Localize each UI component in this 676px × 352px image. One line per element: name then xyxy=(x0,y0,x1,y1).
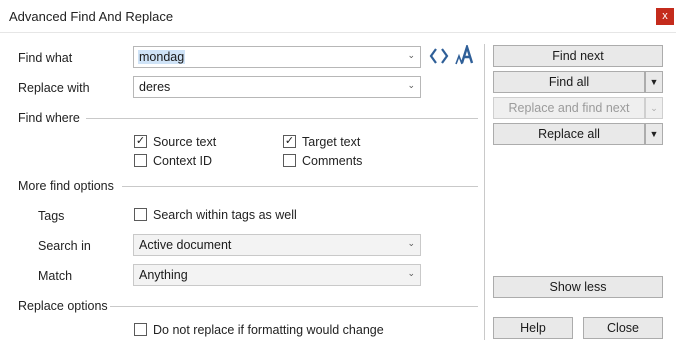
match-label: Match xyxy=(38,269,73,283)
replace-and-find-next-button[interactable]: Replace and find next xyxy=(493,97,645,119)
match-select[interactable]: Anything ⌄ xyxy=(133,264,421,286)
find-what-value[interactable]: mondag xyxy=(138,50,186,64)
comments-checkbox[interactable] xyxy=(283,154,296,167)
target-text-label[interactable]: Target text xyxy=(302,135,360,149)
chevron-down-icon[interactable]: ⌄ xyxy=(407,80,415,91)
show-less-button[interactable]: Show less xyxy=(493,276,663,298)
replace-with-combo[interactable]: deres ⌄ xyxy=(133,76,421,98)
tags-label: Tags xyxy=(38,209,65,223)
replace-options-separator xyxy=(110,306,478,307)
search-in-value[interactable]: Active document xyxy=(139,238,231,252)
window-title: Advanced Find And Replace xyxy=(9,9,174,24)
replace-find-next-dropdown-arrow[interactable]: ⌄ xyxy=(645,97,663,119)
search-in-select[interactable]: Active document ⌄ xyxy=(133,234,421,256)
match-value[interactable]: Anything xyxy=(139,268,188,282)
comments-label[interactable]: Comments xyxy=(302,154,362,168)
vertical-divider xyxy=(484,44,485,340)
chevron-down-icon[interactable]: ⌄ xyxy=(407,50,415,61)
find-next-button[interactable]: Find next xyxy=(493,45,663,67)
more-find-options-heading: More find options xyxy=(18,179,114,193)
no-format-change-checkbox[interactable] xyxy=(134,323,147,336)
title-bar: Advanced Find And Replace x xyxy=(0,0,676,33)
search-within-tags-checkbox[interactable] xyxy=(134,208,147,221)
regex-brackets-icon[interactable] xyxy=(429,47,449,65)
target-text-checkbox[interactable]: ✓ xyxy=(283,135,296,148)
find-all-button[interactable]: Find all xyxy=(493,71,645,93)
search-within-tags-label[interactable]: Search within tags as well xyxy=(153,208,297,222)
help-button[interactable]: Help xyxy=(493,317,573,339)
find-what-combo[interactable]: mondag ⌄ xyxy=(133,46,421,68)
replace-options-heading: Replace options xyxy=(18,299,108,313)
close-window-button[interactable]: x xyxy=(656,8,674,25)
replace-with-label: Replace with xyxy=(18,81,90,95)
chevron-down-icon[interactable]: ⌄ xyxy=(407,268,415,279)
replace-all-dropdown-arrow[interactable]: ▼ xyxy=(645,123,663,145)
find-where-heading: Find where xyxy=(18,111,80,125)
find-where-separator xyxy=(86,118,478,119)
more-options-separator xyxy=(122,186,478,187)
replace-all-button[interactable]: Replace all xyxy=(493,123,645,145)
find-what-label: Find what xyxy=(18,51,73,65)
find-all-dropdown-arrow[interactable]: ▼ xyxy=(645,71,663,93)
context-id-checkbox[interactable] xyxy=(134,154,147,167)
chevron-down-icon[interactable]: ⌄ xyxy=(407,238,415,249)
source-text-checkbox[interactable]: ✓ xyxy=(134,135,147,148)
context-id-label[interactable]: Context ID xyxy=(153,154,212,168)
source-text-label[interactable]: Source text xyxy=(153,135,216,149)
search-in-label: Search in xyxy=(38,239,91,253)
close-button[interactable]: Close xyxy=(583,317,663,339)
font-style-icon[interactable] xyxy=(455,45,475,65)
replace-with-value[interactable]: deres xyxy=(139,80,170,94)
no-format-change-label[interactable]: Do not replace if formatting would chang… xyxy=(153,323,384,337)
